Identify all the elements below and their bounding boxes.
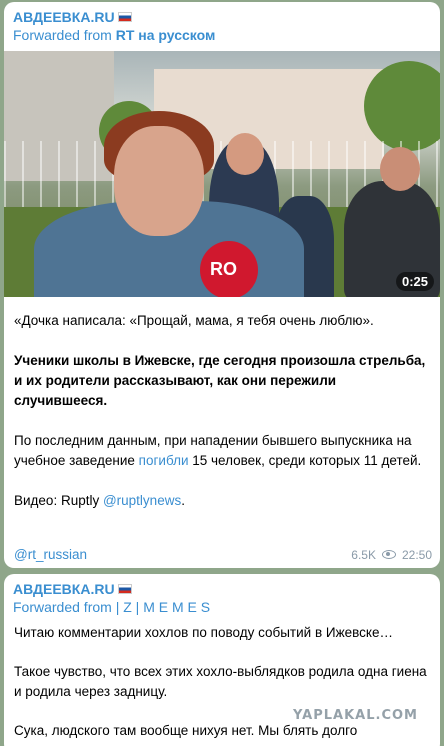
- view-count: 6.5K: [351, 547, 376, 562]
- video-person-head: [114, 126, 204, 236]
- forwarded-source: RT на русском: [115, 27, 216, 43]
- forwarded-from[interactable]: Forwarded from RT на русском: [13, 26, 431, 45]
- channel-name[interactable]: АВДЕЕВКА.RU: [13, 580, 431, 598]
- channel-name-label: АВДЕЕВКА.RU: [13, 581, 115, 597]
- text-segment: .: [181, 493, 185, 508]
- message-text: «Дочка написала: «Прощай, мама, я тебя о…: [4, 297, 440, 511]
- message-bubble[interactable]: АВДЕЕВКА.RU Forwarded from RT на русском…: [4, 2, 440, 568]
- message-meta: 6.5K 22:50: [351, 548, 432, 562]
- watermark: YAPLAKAL.COM: [293, 708, 418, 723]
- hashtag-link[interactable]: @rt_russian: [14, 547, 87, 562]
- channel-name[interactable]: АВДЕЕВКА.RU: [13, 8, 431, 26]
- message-paragraph: Такое чувство, что всех этих хохло-выбля…: [14, 664, 427, 699]
- link-pogibli[interactable]: погибли: [139, 453, 189, 468]
- message-time: 22:50: [401, 547, 432, 562]
- channel-name-label: АВДЕЕВКА.RU: [13, 9, 115, 25]
- video-person-head: [226, 133, 264, 175]
- message-paragraph: Сука, людского там вообще нихуя нет. Мы …: [14, 723, 358, 738]
- forwarded-prefix: Forwarded from: [13, 27, 116, 43]
- message-paragraph: Видео: Ruptly @ruptlynews.: [14, 491, 430, 511]
- microphone-logo-text: RO: [210, 259, 237, 279]
- text-segment: Видео: Ruptly: [14, 493, 103, 508]
- message-footer: @rt_russian 6.5K 22:50: [14, 547, 432, 562]
- video-person-head: [380, 147, 420, 191]
- video-duration: 0:25: [395, 272, 434, 291]
- eye-icon: [381, 550, 396, 559]
- microphone-logo-icon: RO: [200, 241, 258, 297]
- forwarded-source: | Z | M E M E S: [115, 599, 211, 615]
- forwarded-from[interactable]: Forwarded from | Z | M E M E S: [13, 598, 431, 617]
- message-paragraph: По последним данным, при нападении бывше…: [14, 431, 430, 471]
- text-segment: 15 человек, среди которых 11 детей.: [188, 453, 422, 468]
- forwarded-prefix: Forwarded from: [13, 599, 116, 615]
- russia-flag-icon: [117, 12, 132, 22]
- message-paragraph: Ученики школы в Ижевске, где сегодня про…: [14, 353, 426, 408]
- message-paragraph: Читаю комментарии хохлов по поводу событ…: [14, 625, 393, 640]
- link-ruptlynews[interactable]: @ruptlynews: [103, 493, 181, 508]
- message-paragraph: «Дочка написала: «Прощай, мама, я тебя о…: [14, 313, 374, 328]
- russia-flag-icon: [117, 584, 132, 594]
- video-thumbnail[interactable]: RO 0:25: [4, 51, 440, 297]
